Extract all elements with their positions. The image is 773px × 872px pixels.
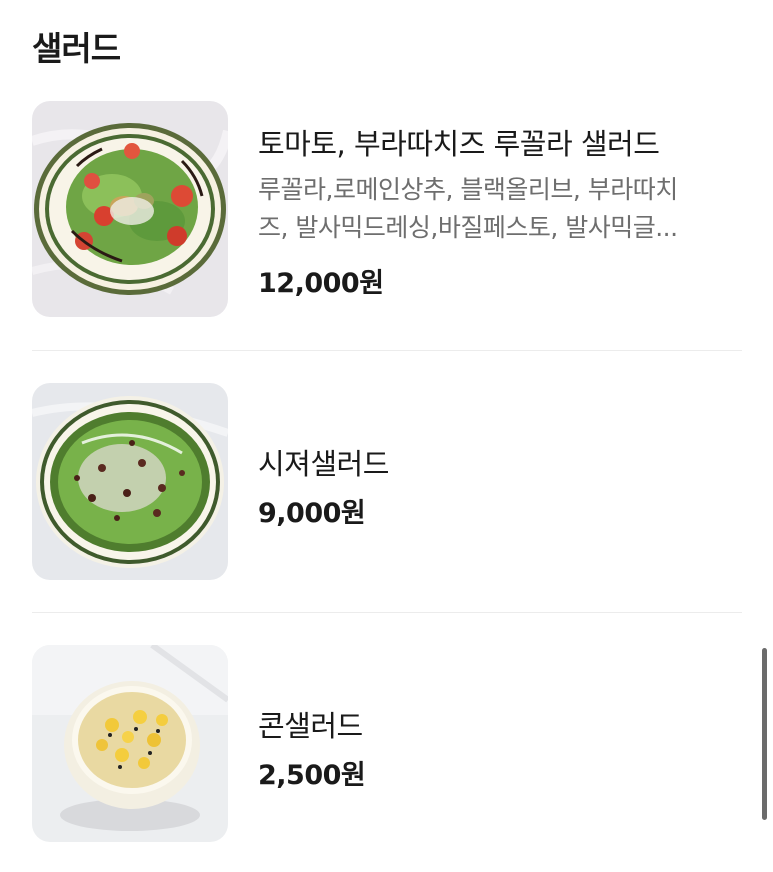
divider	[32, 350, 742, 351]
divider	[32, 612, 742, 613]
menu-item-corn-salad[interactable]: 콘샐러드 2,500원	[32, 645, 742, 842]
item-name: 토마토, 부라따치즈 루꼴라 샐러드	[258, 127, 660, 161]
item-price: 12,000원	[258, 268, 384, 299]
item-price: 9,000원	[258, 498, 366, 529]
item-description-line: 즈, 발사믹드레싱,바질페스토, 발사믹글...	[258, 213, 678, 242]
item-name: 시져샐러드	[258, 447, 389, 481]
corn-salad-image	[32, 645, 228, 842]
section-title: 샐러드	[32, 29, 121, 68]
item-name: 콘샐러드	[258, 709, 363, 743]
tomato-burrata-salad-image	[32, 101, 228, 317]
item-description: 루꼴라,로메인상추, 블랙올리브, 부라따치 즈, 발사믹드레싱,바질페스토, …	[258, 171, 678, 247]
scrollbar[interactable]	[762, 648, 767, 820]
caesar-salad-image	[32, 383, 228, 580]
item-price: 2,500원	[258, 760, 366, 791]
menu-item-caesar-salad[interactable]: 시져샐러드 9,000원	[32, 383, 742, 580]
menu-item-tomato-burrata-salad[interactable]: 토마토, 부라따치즈 루꼴라 샐러드 루꼴라,로메인상추, 블랙올리브, 부라따…	[32, 101, 742, 318]
item-description-line: 루꼴라,로메인상추, 블랙올리브, 부라따치	[258, 175, 678, 204]
